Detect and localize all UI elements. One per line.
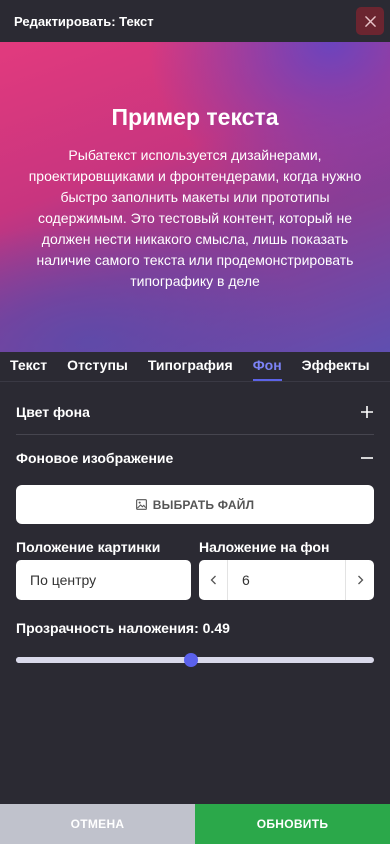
header-title: Редактировать: Текст [14,13,154,29]
bg-image-section-toggle[interactable]: Фоновое изображение [16,435,374,481]
opacity-label: Прозрачность наложения: 0.49 [16,620,230,636]
choose-file-label: ВЫБРАТЬ ФАЙЛ [152,497,255,512]
minus-icon [361,457,373,459]
slider-fill [16,657,192,663]
tab-effects[interactable]: Эффекты [302,352,370,381]
tab-bar: Текст Отступы Типография Фон Эффекты Ра [0,352,390,382]
choose-file-button[interactable]: ВЫБРАТЬ ФАЙЛ [16,485,374,524]
close-icon [364,15,376,27]
overlay-value[interactable]: 6 [228,560,345,600]
image-icon [135,499,147,510]
cancel-button[interactable]: ОТМЕНА [0,804,195,844]
overlay-label: Наложение на фон [199,539,330,555]
preview-title: Пример текста [111,104,279,130]
editor-header: Редактировать: Текст [0,0,390,42]
position-label: Положение картинки [16,539,161,555]
chevron-left-icon [210,575,216,585]
overlay-field: Наложение на фон 6 [199,539,374,600]
footer-actions: ОТМЕНА ОБНОВИТЬ [0,804,390,844]
update-button[interactable]: ОБНОВИТЬ [195,804,390,844]
image-settings-row: Положение картинки По центру Наложение н… [16,539,374,600]
opacity-slider[interactable] [16,653,374,667]
chevron-right-icon [357,575,363,585]
close-button[interactable] [356,7,384,35]
tab-typography[interactable]: Типография [148,352,233,381]
plus-icon [361,405,373,418]
background-panel: Цвет фона Фоновое изображение ВЫБРАТЬ ФА… [0,389,390,667]
tab-background[interactable]: Фон [252,352,282,381]
increment-button[interactable] [345,560,374,600]
bg-color-label: Цвет фона [16,403,90,420]
preview-body: Рыбатекст используется дизайнерами, прое… [28,147,362,289]
position-select[interactable]: По центру [16,560,191,600]
decrement-button[interactable] [199,560,228,600]
text-preview: Пример текста Рыбатекст используется диз… [0,42,390,352]
position-field: Положение картинки По центру [16,539,191,600]
overlay-stepper: 6 [199,560,374,600]
tab-text[interactable]: Текст [10,352,47,381]
slider-thumb[interactable] [184,653,199,667]
bg-color-section-toggle[interactable]: Цвет фона [16,389,374,435]
tab-spacing[interactable]: Отступы [67,352,128,381]
bg-image-label: Фоновое изображение [16,450,174,466]
